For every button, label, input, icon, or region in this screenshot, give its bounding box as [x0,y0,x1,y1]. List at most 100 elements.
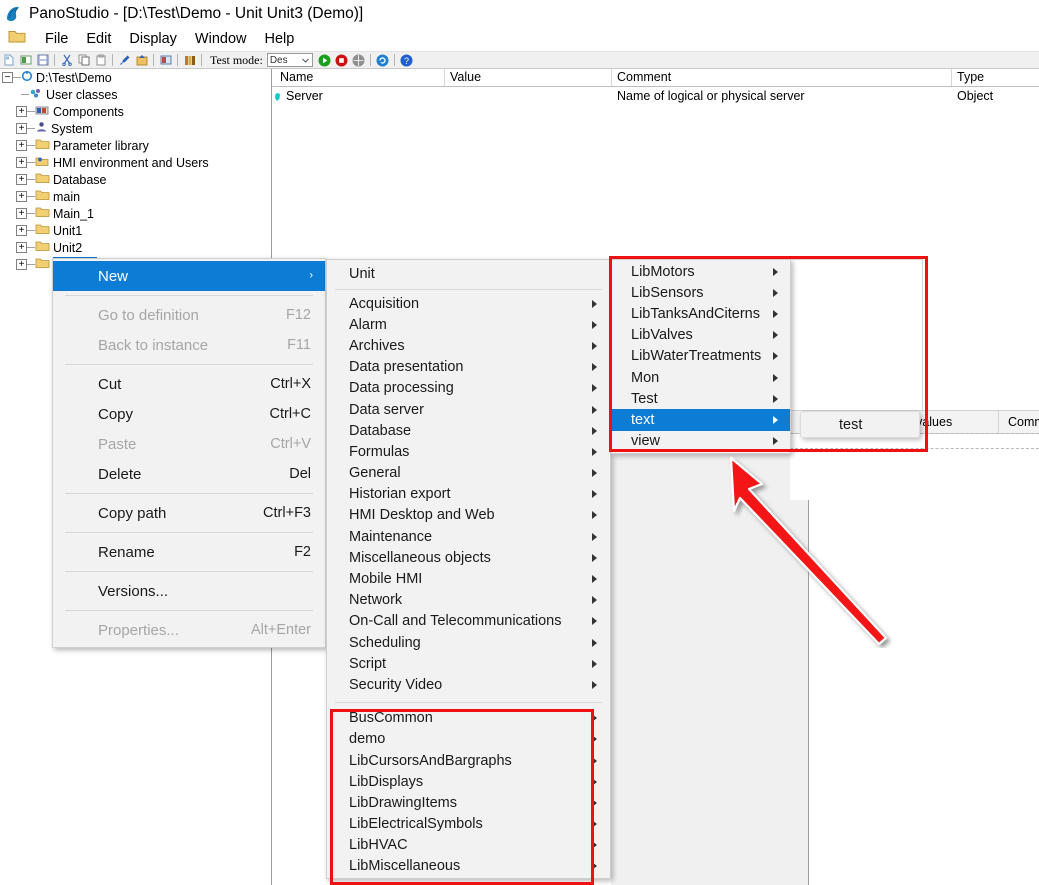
new-submenu-item-libdrawingitems[interactable]: LibDrawingItems [327,792,610,813]
new-submenu-item-demo[interactable]: demo [327,729,610,750]
tree-item-unit1[interactable]: + Unit1 [0,222,271,239]
tree-item-user-classes[interactable]: User classes [0,86,271,103]
screen-icon[interactable] [158,53,173,67]
new-submenu-item-data-server[interactable]: Data server [327,399,610,420]
tree-expander-plus-icon[interactable]: + [16,123,27,134]
tree-item-hmi-environment-and-users[interactable]: + HMI environment and Users [0,154,271,171]
new-submenu-item-libelectricalsymbols[interactable]: LibElectricalSymbols [327,814,610,835]
menu-item-delete[interactable]: Delete Del [53,459,325,489]
tree-expander-plus-icon[interactable]: + [16,242,27,253]
export-icon[interactable] [134,53,149,67]
new-submenu-item-libcursorsandbargraphs[interactable]: LibCursorsAndBargraphs [327,750,610,771]
tree-expander-plus-icon[interactable]: + [16,174,27,185]
cut-icon[interactable] [59,53,74,67]
new-submenu-item-acquisition[interactable]: Acquisition [327,293,610,314]
tree-item-parameter-library[interactable]: + Parameter library [0,137,271,154]
new-submenu-item-formulas[interactable]: Formulas [327,441,610,462]
tree-expander-plus-icon[interactable]: + [16,225,27,236]
tree-item-components[interactable]: + Components [0,103,271,120]
menu-window[interactable]: Window [186,30,256,48]
menu-item-paste[interactable]: Paste Ctrl+V [53,429,325,459]
table-row[interactable]: Server Name of logical or physical serve… [272,87,1039,105]
new-icon[interactable] [1,53,16,67]
tree-expander-plus-icon[interactable]: + [16,191,27,202]
libraries-submenu-item-libwatertreatments[interactable]: LibWaterTreatments [612,346,790,367]
new-submenu-item-miscellaneous-objects[interactable]: Miscellaneous objects [327,547,610,568]
new-submenu-item-data-processing[interactable]: Data processing [327,378,610,399]
new-submenu-item-buscommon[interactable]: BusCommon [327,708,610,729]
new-submenu-item-libmiscellaneous[interactable]: LibMiscellaneous [327,856,610,877]
new-submenu-item-database[interactable]: Database [327,420,610,441]
menu-help[interactable]: Help [256,30,304,48]
tree-expander-plus-icon[interactable]: + [16,259,27,270]
tree-expander-plus-icon[interactable]: + [16,157,27,168]
new-submenu-item-mobile-hmi[interactable]: Mobile HMI [327,568,610,589]
grid-col-value[interactable]: Value [450,70,481,84]
text-submenu-item-test[interactable]: test [801,417,862,433]
stop-icon[interactable] [334,53,349,67]
libraries-submenu-item-view[interactable]: view [612,431,790,452]
tree-item-unit2[interactable]: + Unit2 [0,239,271,256]
new-submenu-item-general[interactable]: General [327,463,610,484]
tree-expander-plus-icon[interactable]: + [16,106,27,117]
new-submenu-item-security-video[interactable]: Security Video [327,674,610,695]
tree-item-main-1[interactable]: + Main_1 [0,205,271,222]
menu-edit[interactable]: Edit [77,30,120,48]
network-icon[interactable] [351,53,366,67]
library-icon[interactable] [182,53,197,67]
save-icon[interactable] [35,53,50,67]
help-icon[interactable]: ? [399,53,414,67]
tree-item-root[interactable]: − D:\Test\Demo [0,69,271,86]
libraries-submenu-item-libmotors[interactable]: LibMotors [612,261,790,282]
new-submenu-item-historian-export[interactable]: Historian export [327,484,610,505]
libraries-submenu-item-text[interactable]: text [612,409,790,430]
libraries-submenu[interactable]: LibMotors LibSensors LibTanksAndCiterns … [611,259,791,454]
menu-item-new[interactable]: New › [53,261,325,291]
menu-item-rename[interactable]: Rename F2 [53,537,325,567]
new-submenu[interactable]: Unit Acquisition Alarm Archives Data pre… [326,259,611,879]
menu-item-properties[interactable]: Properties... Alt+Enter [53,615,325,645]
grid-col-comment[interactable]: Comment [617,70,671,84]
tree-item-database[interactable]: + Database [0,171,271,188]
libraries-submenu-item-libvalves[interactable]: LibValves [612,325,790,346]
menu-item-cut[interactable]: Cut Ctrl+X [53,369,325,399]
tree-expander-plus-icon[interactable]: + [16,140,27,151]
new-submenu-item-libhvac[interactable]: LibHVAC [327,835,610,856]
text-submenu[interactable]: test [800,411,920,438]
menu-item-copy[interactable]: Copy Ctrl+C [53,399,325,429]
grid-col-name[interactable]: Name [280,70,313,84]
new-submenu-item-archives[interactable]: Archives [327,335,610,356]
open-icon[interactable] [18,53,33,67]
libraries-submenu-item-mon[interactable]: Mon [612,367,790,388]
menu-item-go-to-definition[interactable]: Go to definition F12 [53,300,325,330]
libraries-submenu-item-test[interactable]: Test [612,388,790,409]
new-submenu-item-hmi-desktop-and-web[interactable]: HMI Desktop and Web [327,505,610,526]
refresh-icon[interactable] [375,53,390,67]
tree-expander-minus-icon[interactable]: − [2,72,13,83]
new-submenu-item-scheduling[interactable]: Scheduling [327,632,610,653]
menu-item-back-to-instance[interactable]: Back to instance F11 [53,330,325,360]
new-submenu-item-data-presentation[interactable]: Data presentation [327,357,610,378]
new-submenu-item-libdisplays[interactable]: LibDisplays [327,771,610,792]
grid2-col-comment[interactable]: Comm [1008,415,1039,429]
libraries-submenu-item-libtanksandciterns[interactable]: LibTanksAndCiterns [612,303,790,324]
tree-expander-plus-icon[interactable]: + [16,208,27,219]
run-icon[interactable] [317,53,332,67]
menu-file[interactable]: File [36,30,77,48]
copy-icon[interactable] [76,53,91,67]
pin-icon[interactable] [117,53,132,67]
tree-item-system[interactable]: + System [0,120,271,137]
menu-display[interactable]: Display [120,30,186,48]
new-submenu-item-alarm[interactable]: Alarm [327,314,610,335]
context-menu[interactable]: New › Go to definition F12 Back to insta… [52,258,326,648]
menu-item-versions[interactable]: Versions... [53,576,325,606]
tree-item-main[interactable]: + main [0,188,271,205]
new-submenu-item-network[interactable]: Network [327,590,610,611]
new-submenu-item-on-call-and-telecommunications[interactable]: On-Call and Telecommunications [327,611,610,632]
libraries-submenu-item-libsensors[interactable]: LibSensors [612,282,790,303]
new-submenu-item-maintenance[interactable]: Maintenance [327,526,610,547]
menu-item-copy-path[interactable]: Copy path Ctrl+F3 [53,498,325,528]
test-mode-select[interactable]: Des [267,53,313,67]
grid-col-type[interactable]: Type [957,70,984,84]
new-submenu-item-script[interactable]: Script [327,653,610,674]
